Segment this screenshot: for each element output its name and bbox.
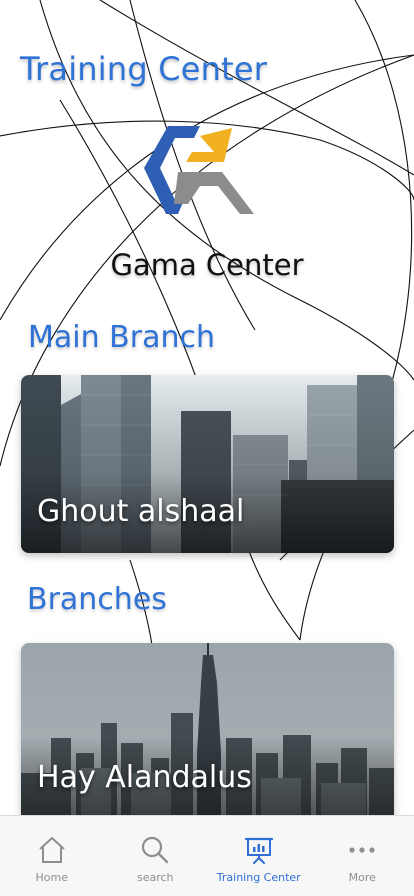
tab-home[interactable]: Home xyxy=(0,816,103,896)
brand-name: Gama Center xyxy=(110,248,304,282)
bottom-tab-bar: Home search Training Center More xyxy=(0,815,414,896)
tab-training-center[interactable]: Training Center xyxy=(207,816,310,896)
tab-more-label: More xyxy=(348,871,376,884)
branch-card-label: Hay Alandalus xyxy=(37,760,252,795)
home-icon xyxy=(39,837,65,863)
tab-search[interactable]: search xyxy=(104,816,207,896)
page-title: Training Center xyxy=(20,50,268,88)
city-skyline-image xyxy=(21,643,394,833)
main-branch-card[interactable]: Ghout alshaal xyxy=(21,375,394,553)
gama-logo-icon xyxy=(144,126,254,214)
tab-search-label: search xyxy=(136,871,174,884)
section-title-main-branch: Main Branch xyxy=(28,320,215,355)
main-branch-card-label: Ghout alshaal xyxy=(37,494,245,529)
tab-training-center-label: Training Center xyxy=(216,871,301,884)
presentation-icon xyxy=(244,837,273,864)
tab-home-label: Home xyxy=(35,871,68,884)
tab-more[interactable]: More xyxy=(311,816,414,896)
more-dots-icon xyxy=(349,847,375,853)
branch-card-hay-alandalus[interactable]: Hay Alandalus xyxy=(21,643,394,833)
search-icon xyxy=(142,836,169,864)
section-title-branches: Branches xyxy=(27,582,167,617)
